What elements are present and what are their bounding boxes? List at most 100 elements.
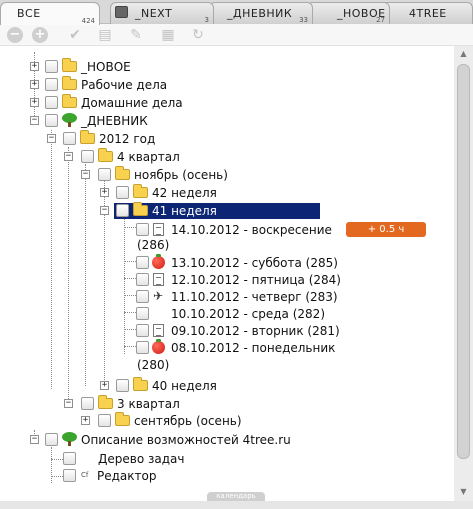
node-label: Рабочие дела (81, 78, 168, 92)
node-checkbox[interactable] (81, 150, 94, 163)
add-icon[interactable]: + (32, 27, 48, 43)
tab-count: 3 (204, 16, 209, 24)
node-label-continued: (286) (137, 238, 170, 252)
document-icon (153, 324, 164, 337)
node-checkbox[interactable] (136, 223, 149, 236)
folder-icon (62, 94, 77, 108)
node-checkbox[interactable] (63, 452, 76, 465)
expand-icon[interactable]: + (30, 98, 39, 107)
collapse-icon[interactable]: − (30, 435, 39, 444)
document-icon (153, 223, 164, 236)
folder-icon (133, 184, 148, 198)
node-checkbox[interactable] (45, 78, 58, 91)
node-checkbox[interactable] (45, 433, 58, 446)
node-label: _ДНЕВНИК (81, 114, 148, 128)
folder-open-icon (133, 202, 148, 216)
node-label: ноябрь (осень) (134, 168, 228, 182)
toolbar: − + ✔ ▤ ✎ ▦ ↻ (0, 24, 473, 46)
node-checkbox[interactable] (136, 256, 149, 269)
collapse-icon[interactable]: − (64, 399, 73, 408)
tab-dnevnik[interactable]: _ДНЕВНИК 33 (209, 2, 313, 24)
node-checkbox[interactable] (98, 168, 111, 181)
folder-open-icon (115, 166, 130, 180)
expand-icon[interactable]: + (100, 381, 109, 390)
tomato-icon (152, 339, 165, 354)
node-checkbox[interactable] (136, 273, 149, 286)
vertical-scrollbar[interactable]: ▲ ▼ (454, 46, 473, 501)
folder-open-icon (80, 130, 95, 144)
node-label: 41 неделя (152, 204, 217, 218)
tree-node-14-10-2012[interactable]: 14.10.2012 - воскресение (0, 222, 360, 238)
node-label: 14.10.2012 - воскресение (171, 223, 332, 237)
expand-icon[interactable]: + (30, 62, 39, 71)
tab-label: 4TREE (409, 7, 447, 20)
node-checkbox[interactable] (81, 397, 94, 410)
scroll-down-icon[interactable]: ▼ (457, 486, 470, 498)
expand-icon[interactable]: + (100, 188, 109, 197)
node-checkbox[interactable] (45, 60, 58, 73)
folder-icon (62, 58, 77, 72)
node-label: 42 неделя (152, 186, 217, 200)
node-label: 11.10.2012 - четверг (283) (171, 290, 338, 304)
folder-icon (115, 412, 130, 426)
tab-vse[interactable]: ВСЕ 424 (0, 2, 100, 25)
scroll-thumb[interactable] (457, 64, 470, 459)
node-checkbox[interactable] (98, 414, 111, 427)
node-label: 3 квартал (117, 397, 180, 411)
scroll-up-icon[interactable]: ▲ (457, 48, 470, 60)
tab-next[interactable]: _NEXT 3 (110, 2, 214, 24)
node-label: сентябрь (осень) (134, 414, 242, 428)
node-label: Дерево задач (98, 452, 185, 466)
pencil-icon[interactable]: ✎ (128, 27, 144, 43)
collapse-icon[interactable]: − (64, 152, 73, 161)
node-checkbox[interactable] (45, 96, 58, 109)
node-label: 12.10.2012 - пятница (284) (171, 273, 341, 287)
tree-icon (62, 432, 77, 446)
document-icon[interactable]: ▤ (97, 27, 113, 43)
collapse-icon[interactable]: − (47, 134, 56, 143)
node-checkbox[interactable] (136, 307, 149, 320)
tab-novoe[interactable]: _НОВОЕ 27 (306, 2, 390, 24)
node-checkbox[interactable] (63, 132, 76, 145)
tab-count: 424 (81, 17, 95, 25)
camera-icon (115, 6, 128, 18)
node-checkbox[interactable] (45, 114, 58, 127)
expand-icon[interactable]: + (81, 416, 90, 425)
tab-count: 33 (299, 16, 308, 24)
trash-icon[interactable]: ▦ (160, 27, 176, 43)
node-label: Редактор (97, 469, 157, 483)
node-checkbox[interactable] (136, 341, 149, 354)
task-tree: + _НОВОЕ + Рабочие дела + Домашние дела … (0, 46, 454, 501)
node-checkbox[interactable] (116, 204, 129, 217)
folder-icon (133, 377, 148, 391)
node-label-continued: (280) (137, 358, 170, 372)
remove-icon[interactable]: − (7, 27, 23, 43)
node-label: _НОВОЕ (81, 60, 131, 74)
node-checkbox[interactable] (116, 379, 129, 392)
calendar-tab[interactable]: календарь (207, 492, 265, 501)
tab-label: ВСЕ (17, 7, 41, 20)
collapse-icon[interactable]: − (100, 206, 109, 215)
time-badge[interactable]: + 0.5 ч (346, 222, 426, 237)
node-checkbox[interactable] (136, 324, 149, 337)
node-label: 09.10.2012 - вторник (281) (171, 324, 340, 338)
expand-icon[interactable]: + (30, 80, 39, 89)
tree-node-41nedelya[interactable]: − 41 неделя (0, 202, 320, 219)
node-checkbox[interactable] (136, 290, 149, 303)
editor-icon: Cf (81, 471, 89, 479)
collapse-icon[interactable]: − (81, 170, 90, 179)
tomato-icon (152, 254, 165, 269)
tab-count: 27 (376, 16, 385, 24)
node-label: 40 неделя (152, 379, 217, 393)
check-icon[interactable]: ✔ (67, 27, 83, 43)
refresh-icon[interactable]: ↻ (190, 27, 206, 43)
node-label: 13.10.2012 - суббота (285) (171, 256, 338, 270)
node-label: 4 квартал (117, 150, 180, 164)
tab-4tree[interactable]: 4TREE (378, 2, 473, 24)
node-checkbox[interactable] (116, 186, 129, 199)
node-checkbox[interactable] (63, 469, 76, 482)
document-icon (153, 273, 164, 286)
collapse-icon[interactable]: − (30, 116, 39, 125)
folder-open-icon (98, 148, 113, 162)
folder-open-icon (98, 395, 113, 409)
